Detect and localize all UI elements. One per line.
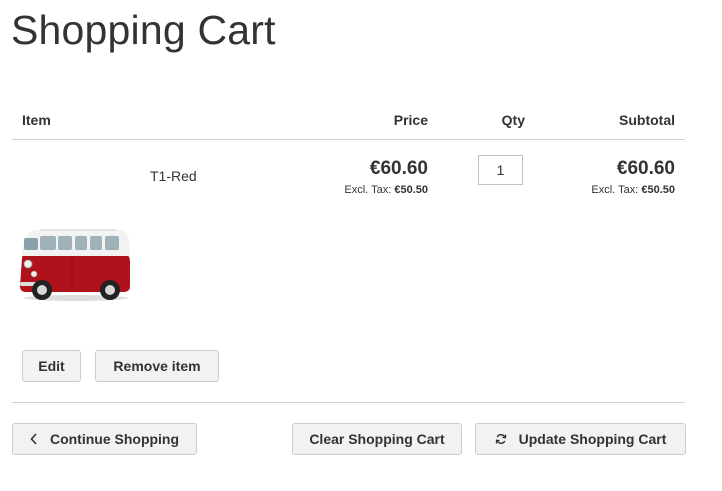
header-qty: Qty (501, 112, 525, 128)
price-excl-label: Excl. Tax: (344, 184, 392, 196)
header-item: Item (22, 112, 51, 128)
qty-input[interactable] (478, 155, 523, 185)
item-subtotal-excl-tax: Excl. Tax: €50.50 (591, 184, 675, 196)
remove-item-button[interactable]: Remove item (95, 350, 219, 382)
cart-table-header: Item Price Qty Subtotal (12, 110, 685, 140)
update-shopping-cart-label: Update Shopping Cart (518, 431, 667, 447)
clear-shopping-cart-button[interactable]: Clear Shopping Cart (292, 423, 462, 455)
chevron-left-icon (30, 433, 38, 445)
continue-shopping-button[interactable]: Continue Shopping (12, 423, 197, 455)
subtotal-excl-value: €50.50 (641, 184, 675, 196)
price-excl-value: €50.50 (394, 184, 428, 196)
shopping-cart-page: Shopping Cart Item Price Qty Subtotal T1… (0, 0, 722, 491)
page-title: Shopping Cart (11, 7, 276, 53)
header-price: Price (393, 112, 428, 128)
header-subtotal: Subtotal (619, 112, 675, 128)
item-price-excl-tax: Excl. Tax: €50.50 (344, 184, 428, 196)
item-subtotal: €60.60 (616, 158, 675, 179)
update-shopping-cart-button[interactable]: Update Shopping Cart (475, 423, 686, 455)
refresh-icon (495, 433, 507, 445)
subtotal-excl-label: Excl. Tax: (591, 184, 639, 196)
edit-button[interactable]: Edit (22, 350, 81, 382)
red-van-product-image[interactable] (20, 212, 130, 304)
divider (12, 402, 685, 403)
item-price: €60.60 (369, 158, 428, 179)
continue-shopping-label: Continue Shopping (49, 431, 180, 447)
product-name-link[interactable]: T1-Red (150, 168, 197, 184)
